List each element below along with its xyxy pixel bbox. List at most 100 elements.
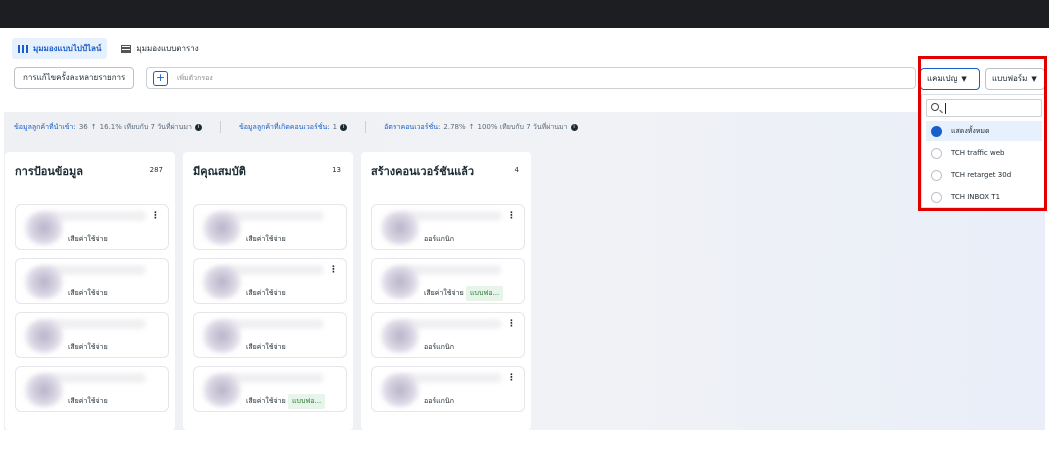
pipeline-column-qualified: มีคุณสมบัติ 13 เสียค่าใช้จ่าย เสียค่าใช้… — [183, 152, 353, 430]
arrow-up-icon: ↑ — [468, 123, 475, 131]
stat-label: ข้อมูลลูกค้าที่เกิดคอนเวอร์ชั่น: — [238, 122, 330, 131]
lead-tag: เสียค่าใช้จ่าย — [64, 394, 112, 409]
lead-tag: เสียค่าใช้จ่าย — [64, 286, 112, 301]
radio-unselected[interactable] — [931, 169, 942, 181]
redacted-avatar — [22, 265, 66, 299]
search-icon — [931, 103, 939, 111]
campaign-option-label: TCH traffic web — [951, 149, 1005, 157]
arrow-up-icon: ↑ — [90, 123, 97, 131]
redacted-avatar — [378, 211, 422, 245]
column-title: มีคุณสมบัติ — [193, 165, 246, 178]
lead-tag: ออร์แกนิก — [420, 232, 458, 247]
campaign-option[interactable]: แสดงทั้งหมด — [926, 121, 1042, 141]
lead-tag: ออร์แกนิก — [420, 340, 458, 355]
lead-card[interactable]: เสียค่าใช้จ่าย — [193, 312, 347, 358]
stats-bar: ข้อมูลลูกค้าที่นำเข้า: 36 ↑ 16.1% เทียบก… — [4, 112, 919, 142]
lead-tag: เสียค่าใช้จ่าย — [242, 394, 290, 409]
redacted-avatar — [378, 265, 422, 299]
pipeline-icon — [18, 44, 28, 53]
radio-selected[interactable] — [931, 125, 942, 137]
lead-card[interactable]: เสียค่าใช้จ่าย ⋮ — [15, 204, 169, 250]
info-icon[interactable]: i — [340, 123, 348, 131]
campaign-option[interactable]: TCH retarget 30d — [926, 165, 1042, 185]
lead-card[interactable]: ออร์แกนิก ⋮ — [371, 204, 525, 250]
redacted-avatar — [200, 265, 244, 299]
campaign-option-label: TCH INBOX T1 — [951, 193, 1001, 201]
lead-card[interactable]: เสียค่าใช้จ่าย — [15, 366, 169, 412]
info-icon[interactable]: i — [194, 123, 202, 131]
tab-table-view[interactable]: มุมมองแบบตาราง — [115, 38, 204, 59]
campaign-option-label: แสดงทั้งหมด — [951, 126, 990, 135]
lead-card[interactable]: ออร์แกนิก ⋮ — [371, 312, 525, 358]
stat-label: อัตราคอนเวอร์ชั่น: — [384, 122, 441, 131]
chevron-down-icon: ▼ — [961, 75, 967, 83]
radio-unselected[interactable] — [931, 191, 942, 203]
tab-pipeline-view[interactable]: มุมมองแบบไปป์ไลน์ — [12, 38, 108, 59]
more-options-icon[interactable]: ⋮ — [507, 319, 516, 329]
redacted-avatar — [200, 373, 244, 407]
pipeline-column-intake: การป้อนข้อมูล 287 เสียค่าใช้จ่าย ⋮ เสียค… — [5, 152, 175, 430]
filter-input[interactable]: + เพิ่มตัวกรอง — [146, 67, 916, 89]
form-tag: แบบฟอ... — [466, 286, 504, 301]
radio-unselected[interactable] — [931, 147, 942, 159]
more-options-icon[interactable]: ⋮ — [151, 211, 160, 221]
lead-tag: เสียค่าใช้จ่าย — [242, 286, 290, 301]
lead-card[interactable]: เสียค่าใช้จ่าย แบบฟอ... — [371, 258, 525, 304]
campaign-option[interactable]: TCH traffic web — [926, 143, 1042, 163]
lead-card[interactable]: เสียค่าใช้จ่าย แบบฟอ... — [193, 366, 347, 412]
more-options-icon[interactable]: ⋮ — [329, 265, 338, 275]
redacted-avatar — [200, 319, 244, 353]
lead-tag: เสียค่าใช้จ่าย — [242, 340, 290, 355]
more-options-icon[interactable]: ⋮ — [507, 373, 516, 383]
lead-card[interactable]: เสียค่าใช้จ่าย — [15, 312, 169, 358]
stat-label: ข้อมูลลูกค้าที่นำเข้า: — [14, 122, 76, 131]
stat-leads-imported: ข้อมูลลูกค้าที่นำเข้า: 36 ↑ 16.1% เทียบก… — [14, 122, 202, 133]
top-bar — [0, 0, 1049, 28]
column-count: 13 — [332, 166, 341, 174]
lead-tag: เสียค่าใช้จ่าย — [64, 232, 112, 247]
lead-tag: เสียค่าใช้จ่าย — [420, 286, 468, 301]
lead-tag: เสียค่าใช้จ่าย — [64, 340, 112, 355]
campaign-option[interactable]: TCH INBOX T1 — [926, 187, 1042, 207]
filter-bar: การแก้ไขครั้งละหลายรายการ + เพิ่มตัวกรอง — [12, 67, 1012, 89]
redacted-avatar — [22, 373, 66, 407]
redacted-avatar — [22, 211, 66, 245]
add-filter-icon[interactable]: + — [153, 71, 168, 86]
stat-conversion-rate: อัตราคอนเวอร์ชั่น: 2.78% ↑ 100% เทียบกับ… — [384, 122, 578, 133]
more-options-icon[interactable]: ⋮ — [507, 211, 516, 221]
tab-table-label: มุมมองแบบตาราง — [136, 44, 199, 53]
page-bottom — [0, 430, 1049, 453]
text-cursor — [945, 103, 946, 114]
info-icon[interactable]: i — [570, 123, 578, 131]
table-icon — [121, 44, 132, 53]
stat-change: 16.1% เทียบกับ 7 วันที่ผ่านมา — [99, 122, 192, 131]
redacted-avatar — [200, 211, 244, 245]
filter-placeholder: เพิ่มตัวกรอง — [177, 74, 213, 82]
campaign-option-label: TCH retarget 30d — [951, 171, 1012, 179]
form-tag: แบบฟอ... — [288, 394, 326, 409]
view-tabs: มุมมองแบบไปป์ไลน์ มุมมองแบบตาราง — [12, 38, 205, 59]
dropdown-search-input[interactable] — [926, 99, 1042, 117]
tab-pipeline-label: มุมมองแบบไปป์ไลน์ — [33, 44, 102, 53]
divider — [365, 121, 367, 133]
redacted-avatar — [378, 319, 422, 353]
campaign-dropdown-menu: แสดงทั้งหมด TCH traffic web TCH retarget… — [921, 94, 1045, 208]
campaign-select[interactable]: แคมเปญ ▼ — [920, 68, 980, 90]
lead-card[interactable]: ออร์แกนิก ⋮ — [371, 366, 525, 412]
chevron-down-icon: ▼ — [1031, 75, 1037, 83]
lead-card[interactable]: เสียค่าใช้จ่าย — [15, 258, 169, 304]
column-count: 287 — [149, 166, 163, 174]
stat-value: 2.78% — [443, 123, 466, 131]
bulk-edit-button[interactable]: การแก้ไขครั้งละหลายรายการ — [14, 67, 135, 89]
column-title: สร้างคอนเวอร์ชันแล้ว — [371, 165, 475, 178]
redacted-avatar — [22, 319, 66, 353]
stat-value: 1 — [332, 123, 338, 131]
lead-card[interactable]: เสียค่าใช้จ่าย — [193, 204, 347, 250]
divider — [219, 121, 221, 133]
column-count: 4 — [514, 166, 519, 174]
pipeline-column-converted: สร้างคอนเวอร์ชันแล้ว 4 ออร์แกนิก ⋮ เสียค… — [361, 152, 531, 430]
lead-card[interactable]: เสียค่าใช้จ่าย ⋮ — [193, 258, 347, 304]
form-select[interactable]: แบบฟอร์ม ▼ — [985, 68, 1045, 90]
lead-tag: เสียค่าใช้จ่าย — [242, 232, 290, 247]
redacted-avatar — [378, 373, 422, 407]
